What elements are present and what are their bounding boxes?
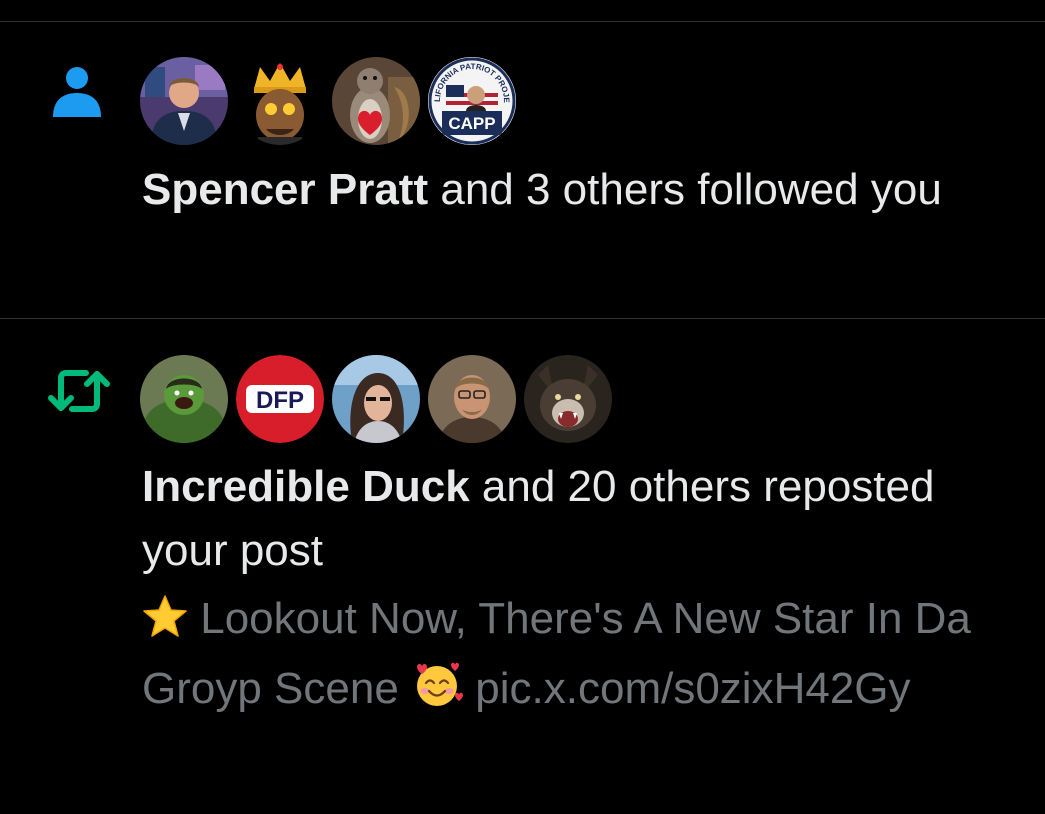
dfp-badge-text: DFP [256, 387, 304, 414]
woman-avatar[interactable] [332, 355, 420, 443]
crowned-cartoon-avatar[interactable] [236, 57, 324, 145]
repost-notification[interactable]: DFP Incredible Duck and 20 others repost… [0, 319, 1045, 814]
spencer-pratt-avatar[interactable] [140, 57, 228, 145]
post-preview[interactable]: Lookout Now, There's A New Star In Da Gr… [142, 587, 1002, 727]
follower-avatars: CALIFORNIA PATRIOT PROJECT CAPP [140, 57, 516, 145]
capp-badge-text: CAPP [448, 114, 495, 133]
follow-action-text: and 3 others followed you [440, 165, 942, 214]
man-glasses-avatar[interactable] [428, 355, 516, 443]
hulk-avatar[interactable] [140, 355, 228, 443]
smiling-face-with-hearts-emoji [411, 659, 464, 727]
person-icon [48, 62, 106, 125]
follow-notification[interactable]: CALIFORNIA PATRIOT PROJECT CAPP Spencer … [0, 22, 1045, 318]
repost-notification-text: Incredible Duck and 20 others reposted y… [142, 455, 1002, 583]
post-preview-link[interactable]: pic.x.com/s0zixH42Gy [475, 664, 910, 713]
follow-notification-text: Spencer Pratt and 3 others followed you [142, 158, 1002, 222]
repost-icon [48, 364, 110, 423]
squirrel-heart-avatar[interactable] [332, 57, 420, 145]
dfp-avatar[interactable]: DFP [236, 355, 324, 443]
snarling-dog-avatar[interactable] [524, 355, 612, 443]
repost-actor-name[interactable]: Incredible Duck [142, 462, 470, 511]
star-emoji [142, 593, 188, 657]
follow-actor-name[interactable]: Spencer Pratt [142, 165, 428, 214]
capp-avatar[interactable]: CALIFORNIA PATRIOT PROJECT CAPP [428, 57, 516, 145]
reposter-avatars: DFP [140, 355, 612, 443]
